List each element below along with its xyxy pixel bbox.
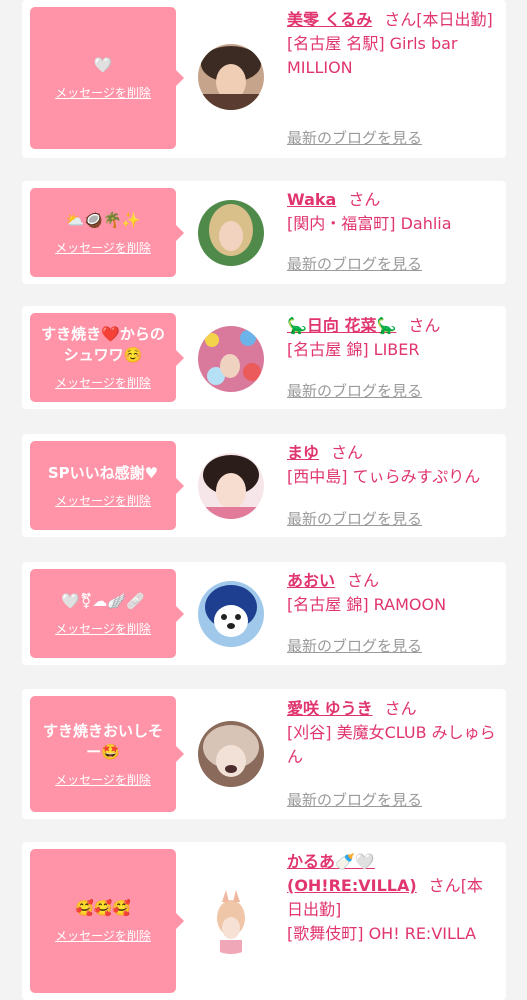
delete-message-link[interactable]: メッセージを削除 bbox=[55, 84, 151, 101]
cast-name-link[interactable]: Waka bbox=[287, 190, 336, 209]
delete-message-link[interactable]: メッセージを削除 bbox=[55, 771, 151, 788]
cast-name-link[interactable]: あおい bbox=[287, 571, 335, 590]
message-bubble: 🤍 メッセージを削除 bbox=[30, 7, 184, 149]
delete-message-link[interactable]: メッセージを削除 bbox=[55, 492, 151, 509]
shop-name: [名古屋 錦] RAMOON bbox=[287, 595, 447, 614]
latest-blog-link[interactable]: 最新のブログを見る bbox=[287, 508, 422, 529]
avatar[interactable] bbox=[198, 200, 264, 266]
shop-name: [関内・福富町] Dahlia bbox=[287, 214, 452, 233]
list-item: すき焼きおいしそー🤩 メッセージを削除 愛咲 ゆうき さん [刈谷] 美魔女CLU… bbox=[22, 689, 506, 819]
latest-blog-link[interactable]: 最新のブログを見る bbox=[287, 253, 422, 274]
cast-name-link[interactable]: まゆ bbox=[287, 443, 319, 462]
cast-info: あおい さん [名古屋 錦] RAMOON bbox=[287, 569, 498, 617]
latest-blog-link[interactable]: 最新のブログを見る bbox=[287, 789, 422, 810]
cast-info: かるあ🍼🤍(OH!RE:VILLA) さん[本日出勤] [歌舞伎町] OH! RE… bbox=[287, 850, 498, 946]
cast-name-link[interactable]: 美零 くるみ bbox=[287, 10, 372, 29]
honorific: さん bbox=[384, 10, 417, 29]
shop-name: [歌舞伎町] OH! RE:VILLA bbox=[287, 924, 477, 943]
delete-message-link[interactable]: メッセージを削除 bbox=[55, 927, 151, 944]
shop-name: [名古屋 名駅] Girls bar MILLION bbox=[287, 34, 458, 77]
list-item: すき焼き❤️からのシュワワ☺️ メッセージを削除 🦕日向 花菜🦕 さん [名古屋 … bbox=[22, 306, 506, 409]
cast-info: 🦕日向 花菜🦕 さん [名古屋 錦] LIBER bbox=[287, 314, 498, 362]
cast-info: 美零 くるみ さん[本日出勤] [名古屋 名駅] Girls bar MILLIO… bbox=[287, 8, 498, 80]
message-bubble: ⛅🥥🌴✨ メッセージを削除 bbox=[30, 188, 184, 277]
honorific: さん bbox=[408, 316, 441, 335]
message-text: ⛅🥥🌴✨ bbox=[65, 210, 141, 229]
message-text: 🥰🥰🥰 bbox=[74, 899, 132, 917]
message-text: すき焼きおいしそー🤩 bbox=[42, 721, 163, 761]
message-bubble: 🥰🥰🥰 メッセージを削除 bbox=[30, 849, 184, 993]
latest-blog-link[interactable]: 最新のブログを見る bbox=[287, 635, 422, 656]
honorific: さん bbox=[428, 876, 461, 895]
avatar[interactable] bbox=[198, 721, 264, 787]
honorific: さん bbox=[384, 699, 417, 718]
honorific: さん bbox=[331, 443, 364, 462]
message-bubble: すき焼きおいしそー🤩 メッセージを削除 bbox=[30, 696, 184, 812]
cast-name-link[interactable]: 🦕日向 花菜🦕 bbox=[287, 316, 396, 335]
message-bubble: SPいいね感謝♥ メッセージを削除 bbox=[30, 441, 184, 530]
avatar[interactable] bbox=[198, 453, 264, 519]
delete-message-link[interactable]: メッセージを削除 bbox=[55, 239, 151, 256]
cast-name-link[interactable]: かるあ🍼🤍(OH!RE:VILLA) bbox=[287, 852, 417, 895]
cast-info: まゆ さん [西中島] てぃらみすぷりん bbox=[287, 441, 498, 489]
honorific: さん bbox=[347, 571, 380, 590]
cast-info: Waka さん [関内・福富町] Dahlia bbox=[287, 188, 498, 236]
list-item: 🥰🥰🥰 メッセージを削除 かるあ🍼🤍(OH!RE:VILLA) さん[本日出勤] … bbox=[22, 842, 506, 1000]
latest-blog-link[interactable]: 最新のブログを見る bbox=[287, 127, 422, 148]
message-text: すき焼き❤️からのシュワワ☺️ bbox=[41, 325, 165, 364]
work-status: [本日出勤] bbox=[416, 10, 493, 29]
message-bubble: 🤍⚧☁🪽🩹 メッセージを削除 bbox=[30, 569, 184, 658]
avatar[interactable] bbox=[198, 581, 264, 647]
message-text: 🤍⚧☁🪽🩹 bbox=[61, 591, 145, 610]
honorific: さん bbox=[348, 190, 381, 209]
message-bubble: すき焼き❤️からのシュワワ☺️ メッセージを削除 bbox=[30, 313, 184, 402]
shop-name: [名古屋 錦] LIBER bbox=[287, 340, 420, 359]
message-text: 🤍 bbox=[93, 56, 113, 74]
cast-name-link[interactable]: 愛咲 ゆうき bbox=[287, 699, 373, 718]
list-item: ⛅🥥🌴✨ メッセージを削除 Waka さん [関内・福富町] Dahlia 最新の… bbox=[22, 181, 506, 284]
delete-message-link[interactable]: メッセージを削除 bbox=[55, 620, 151, 637]
message-text: SPいいね感謝♥ bbox=[47, 463, 159, 482]
latest-blog-link[interactable]: 最新のブログを見る bbox=[287, 380, 422, 401]
favorites-list: 🤍 メッセージを削除 美零 くるみ さん[本日出勤] [名古屋 名駅] Girls… bbox=[0, 0, 527, 1000]
avatar[interactable] bbox=[198, 326, 264, 392]
cast-info: 愛咲 ゆうき さん [刈谷] 美魔女CLUB みしゅらん bbox=[287, 697, 498, 769]
list-item: 🤍 メッセージを削除 美零 くるみ さん[本日出勤] [名古屋 名駅] Girls… bbox=[22, 0, 506, 158]
list-item: SPいいね感謝♥ メッセージを削除 まゆ さん [西中島] てぃらみすぷりん 最新… bbox=[22, 434, 506, 537]
shop-name: [西中島] てぃらみすぷりん bbox=[287, 467, 481, 486]
list-item: 🤍⚧☁🪽🩹 メッセージを削除 あおい さん [名古屋 錦] RAMOON 最新のブ… bbox=[22, 562, 506, 665]
avatar[interactable] bbox=[198, 44, 264, 110]
avatar[interactable] bbox=[198, 888, 264, 954]
delete-message-link[interactable]: メッセージを削除 bbox=[55, 374, 151, 391]
shop-name: [刈谷] 美魔女CLUB みしゅらん bbox=[287, 723, 496, 766]
